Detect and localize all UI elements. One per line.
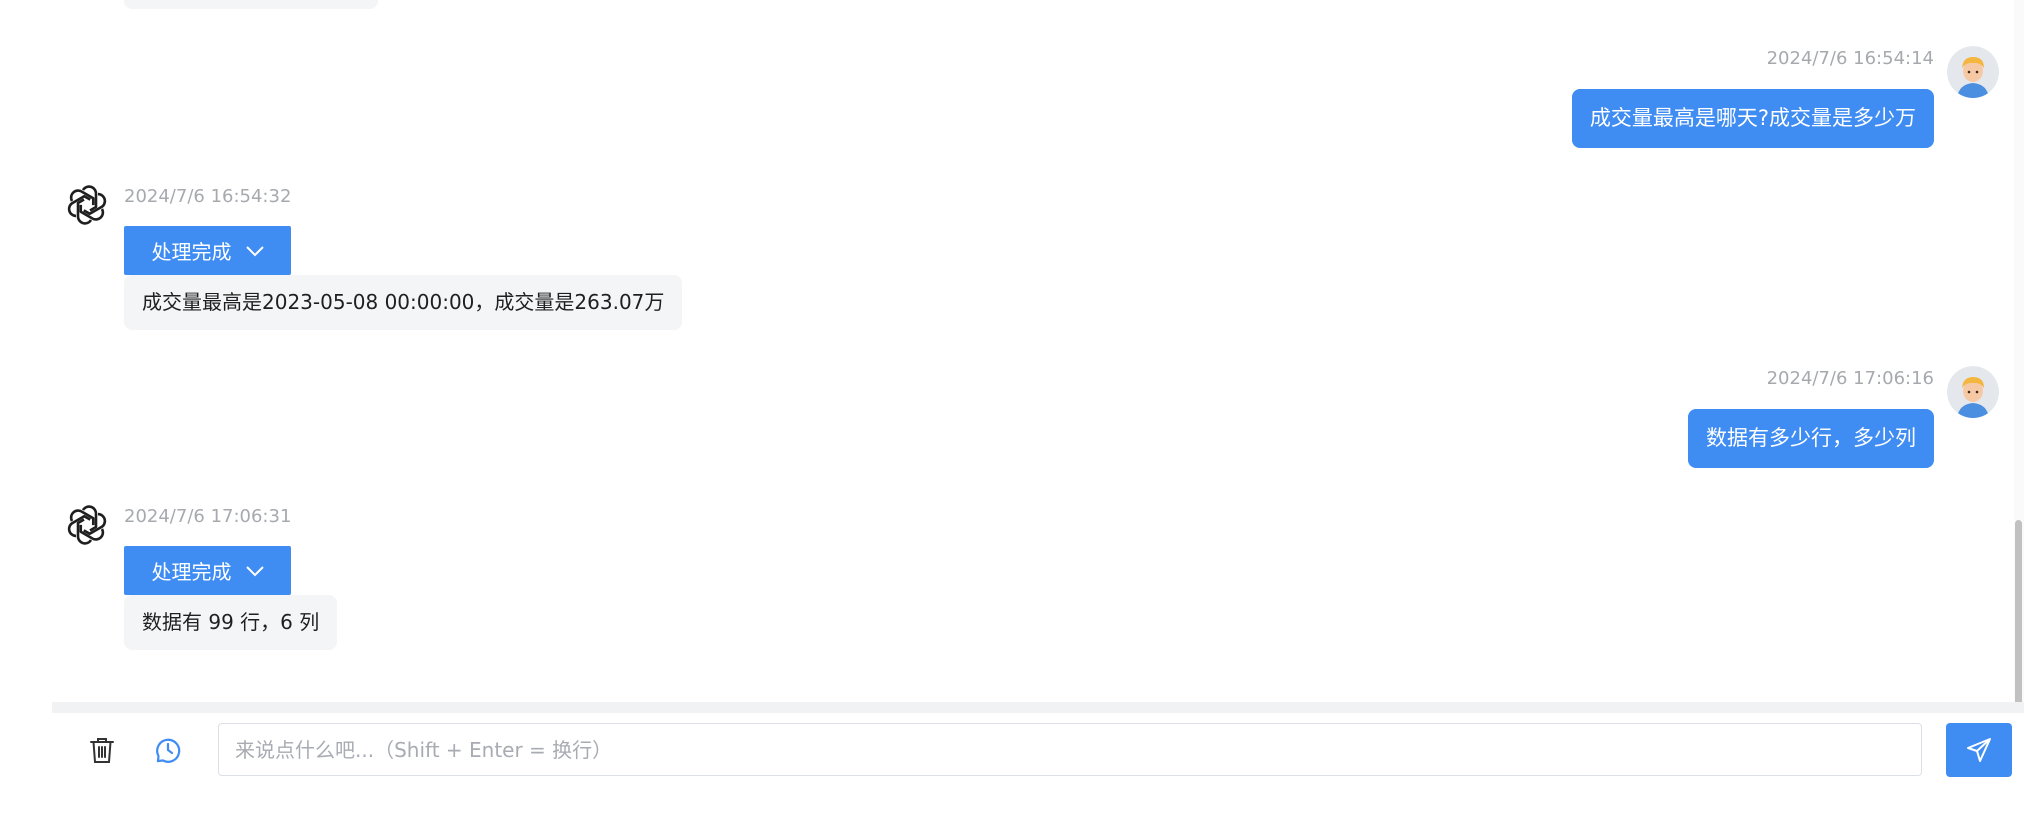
openai-logo-icon — [64, 182, 110, 228]
openai-logo-icon — [64, 502, 110, 548]
message-timestamp: 2024/7/6 17:06:31 — [124, 506, 292, 527]
status-toggle-button[interactable]: 处理完成 — [124, 546, 291, 595]
status-label: 处理完成 — [151, 560, 232, 584]
trash-icon — [90, 738, 114, 763]
message-timestamp: 2024/7/6 16:54:14 — [1766, 48, 1934, 69]
chevron-down-icon — [245, 565, 264, 576]
user-message-bubble: 数据有多少行，多少列 — [1688, 409, 1934, 468]
send-button[interactable] — [1946, 723, 2012, 777]
assistant-message-bubble: 成交量最高是2023-05-08 00:00:00，成交量是263.07万 — [124, 275, 683, 330]
chat-input[interactable] — [218, 723, 1922, 776]
user-message-bubble: 成交量最高是哪天?成交量是多少万 — [1571, 89, 1934, 148]
assistant-message-bubble: 数据有 99 行，6 列 — [124, 595, 338, 650]
message-timestamp: 2024/7/6 17:06:16 — [1766, 368, 1934, 389]
chevron-down-icon — [245, 245, 264, 256]
message-timestamp: 2024/7/6 16:54:32 — [124, 186, 292, 207]
clear-chat-button[interactable] — [86, 734, 118, 766]
status-toggle-button[interactable]: 处理完成 — [124, 226, 291, 275]
history-button[interactable] — [152, 734, 184, 766]
user-avatar — [1947, 366, 1999, 418]
clock-icon — [156, 738, 181, 763]
paper-plane-icon — [1967, 738, 1991, 762]
status-label: 处理完成 — [151, 240, 232, 264]
input-divider — [52, 702, 2024, 713]
user-avatar — [1947, 46, 1999, 98]
chat-page: 2024/7/6 16:54:14 成交量最高是哪天?成交量是多少万 2024/… — [0, 0, 2024, 816]
scrollbar-thumb[interactable] — [2015, 520, 2022, 705]
previous-message-bubble — [124, 0, 378, 9]
